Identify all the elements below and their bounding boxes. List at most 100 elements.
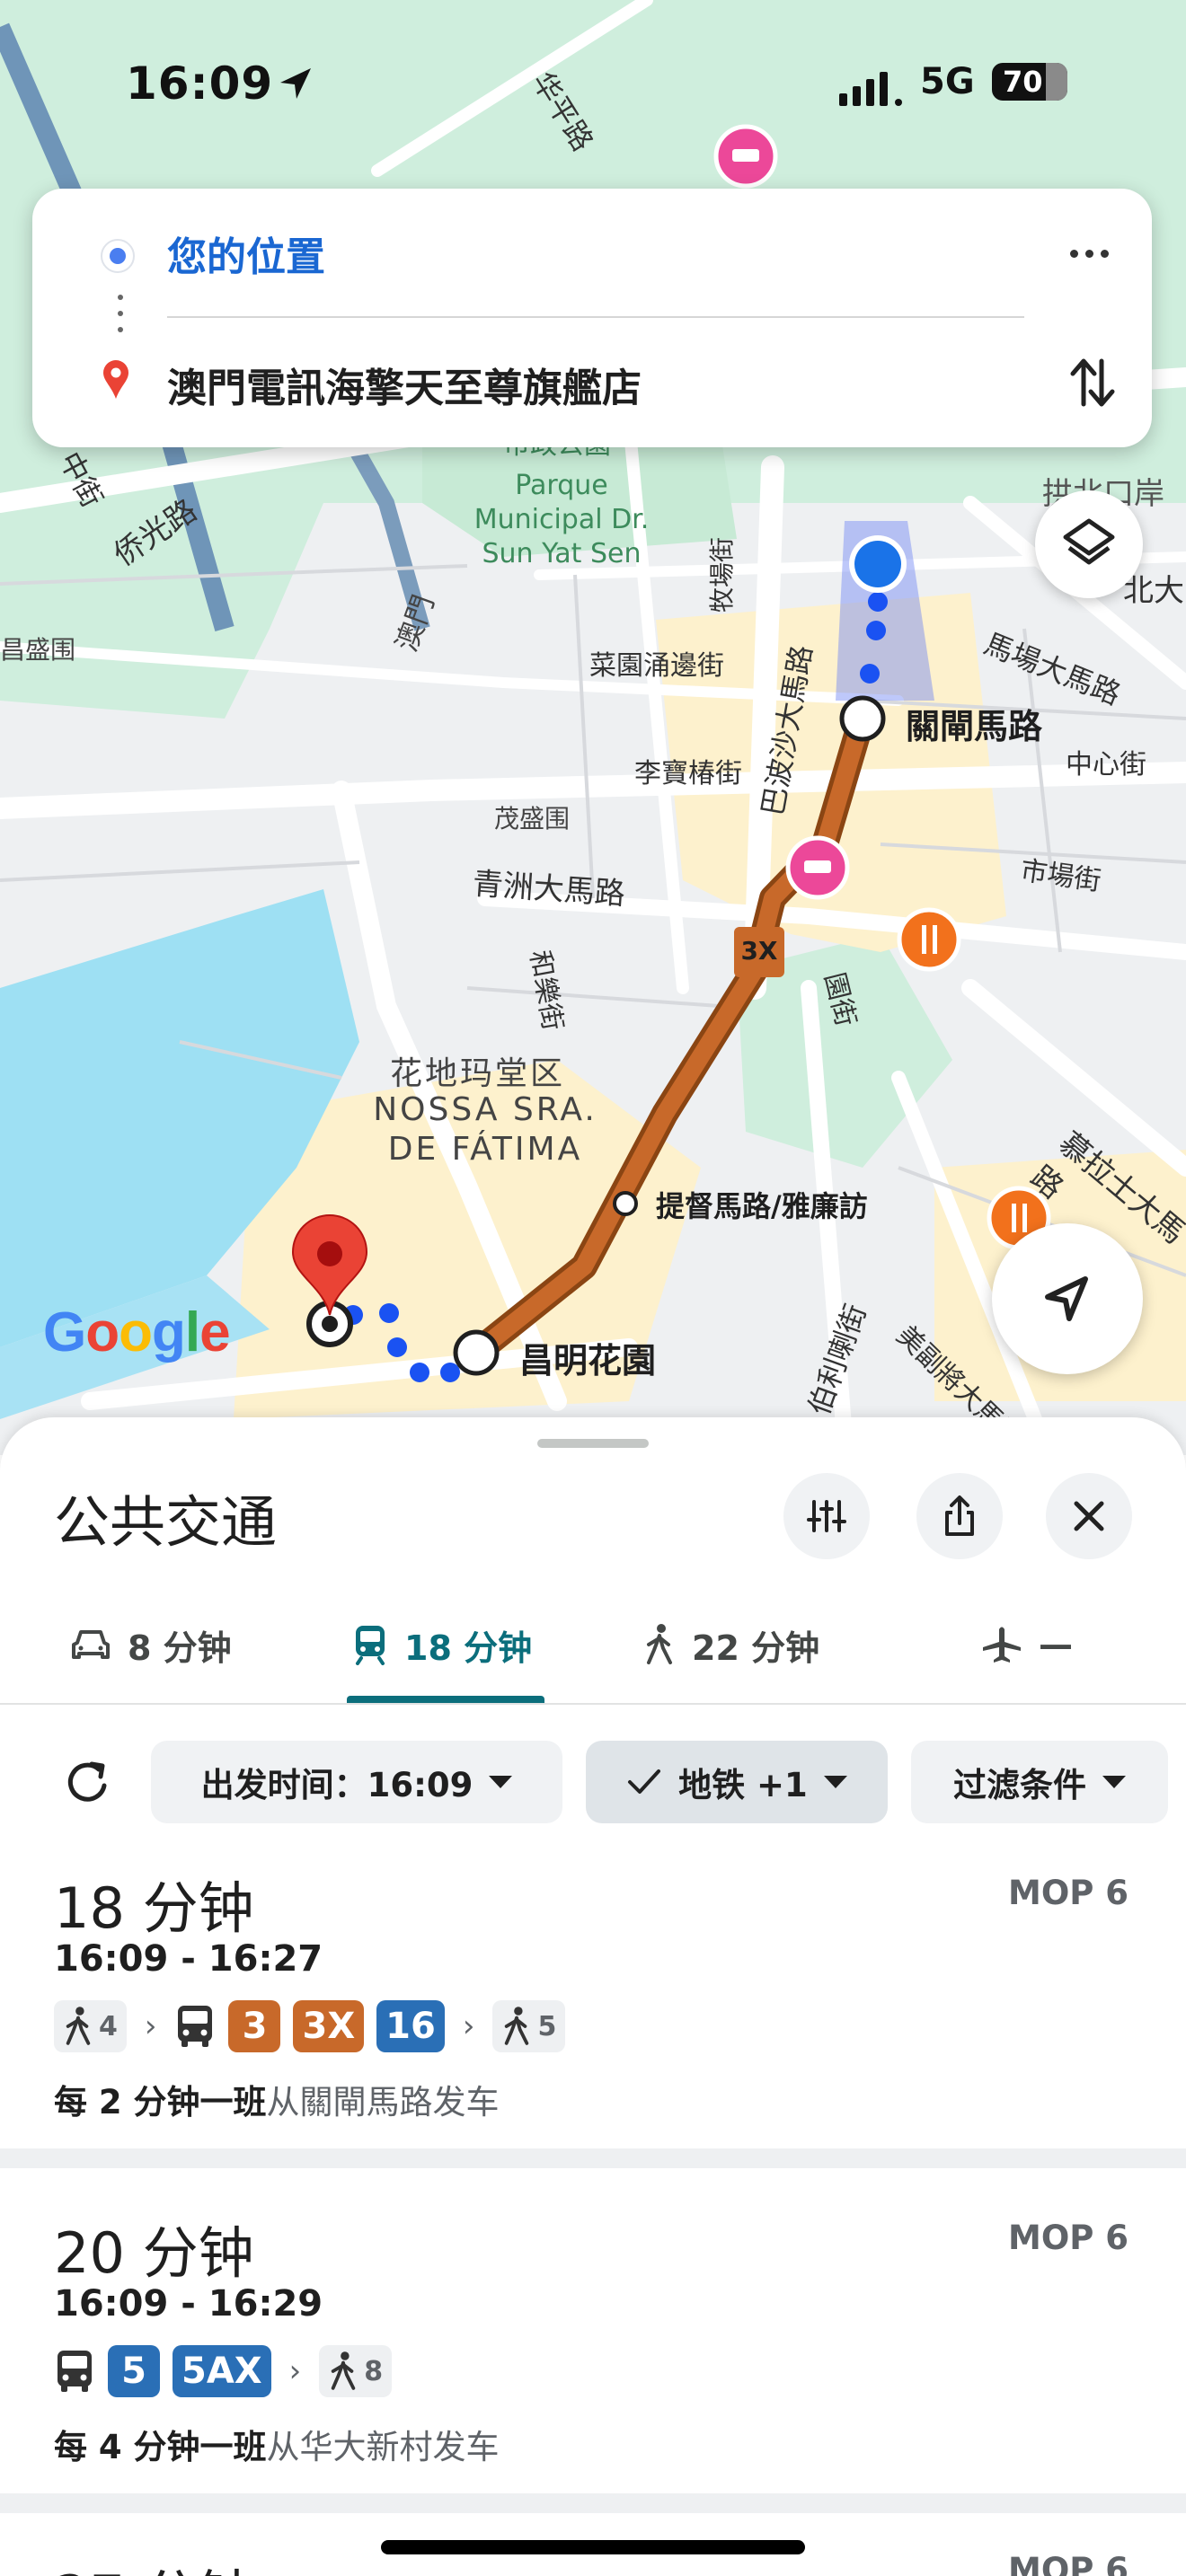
navigation-arrow-icon (1045, 1276, 1088, 1321)
map-label-muchang: 牧場街 (707, 536, 738, 613)
close-button[interactable] (1046, 1473, 1132, 1559)
chevron-right-icon: › (144, 2008, 157, 2044)
more-options-button[interactable] (1060, 228, 1118, 278)
transit-mode-label: 地铁 +1 (678, 1766, 808, 1804)
frequency-text: 每 2 分钟一班 (54, 2083, 267, 2122)
station-label-start[interactable]: 關閘馬路 (906, 699, 1042, 748)
depart-time-chip[interactable]: 出发时间：16:09 (151, 1741, 562, 1823)
refresh-button[interactable] (59, 1753, 117, 1811)
close-icon (1074, 1501, 1104, 1531)
walk-icon (505, 2007, 529, 2045)
location-arrow-icon (280, 68, 311, 99)
home-indicator[interactable] (381, 2540, 805, 2554)
route-separator (0, 2493, 1186, 2513)
check-icon (628, 1769, 661, 1794)
depart-time-label: 出发时间：16:09 (200, 1766, 474, 1804)
route-duration: 20 分钟 (54, 2220, 254, 2286)
walk-minutes: 4 (99, 2010, 118, 2042)
map-label-lixiubi: 李寶椿街 (634, 758, 742, 790)
filter-label: 过滤条件 (953, 1766, 1086, 1804)
battery-level: 70 (1003, 65, 1043, 99)
map-label-zhongxinjie: 中心街 (1066, 749, 1146, 781)
layers-button[interactable] (1035, 490, 1143, 598)
walk-minutes: 8 (364, 2355, 384, 2387)
route-steps: 4 › 3 3X 16 › 5 (54, 1999, 566, 2053)
active-tab-indicator (347, 1696, 544, 1703)
route-frequency: 每 4 分钟一班从华大新村发车 (54, 2420, 500, 2468)
sheet-title: 公共交通 (54, 1489, 278, 1555)
tab-walking[interactable]: 22 分钟 (643, 1613, 819, 1676)
transit-icon (356, 1626, 385, 1665)
map-label-park: Parque Municipal Dr. Sun Yat Sen (474, 470, 650, 569)
route-duration: 27 分钟 (54, 2551, 254, 2576)
walk-icon (66, 2007, 91, 2045)
chevron-down-icon (1102, 1776, 1126, 1788)
network-type: 5G (920, 61, 975, 102)
route-fare: MOP 6 (1008, 2219, 1129, 2257)
bus-icon (178, 2006, 213, 2047)
share-icon (945, 1495, 974, 1536)
car-icon (72, 1630, 110, 1659)
walk-step: 4 (54, 2000, 127, 2052)
bus-line-badge: 5 (108, 2345, 160, 2397)
map-label-district-cn: 花地玛堂区 (390, 1055, 566, 1092)
tab-flight-label: — (1039, 1625, 1073, 1664)
station-label-end[interactable]: 昌明花園 (519, 1333, 656, 1382)
destination-field[interactable]: 澳門電訊海擎天至尊旗艦店 (167, 356, 642, 413)
refresh-icon (67, 1761, 107, 1802)
chevron-right-icon: › (462, 2008, 475, 2044)
tab-flight[interactable]: — (981, 1613, 1073, 1676)
map-label-district-pt: NOSSA SRA. DE FÁTIMA (373, 1091, 597, 1168)
tab-walking-label: 22 分钟 (692, 1628, 820, 1668)
walk-icon (647, 1624, 672, 1664)
walk-step: 8 (319, 2345, 393, 2397)
tab-driving-label: 8 分钟 (128, 1628, 232, 1668)
route-time-range: 16:09 - 16:27 (54, 1938, 323, 1980)
destination-pin-icon (103, 360, 128, 399)
bus-line-badge: 16 (376, 2000, 445, 2052)
google-logo: Google (43, 1301, 231, 1363)
map-label-maosheng: 茂盛围 (494, 804, 571, 834)
share-button[interactable] (916, 1473, 1003, 1559)
station-label-mid[interactable]: 提督馬路/雅廉訪 (656, 1184, 868, 1225)
departure-stop-text: 从华大新村发车 (266, 2428, 500, 2466)
tabs-divider (0, 1703, 1186, 1705)
departure-stop-text: 从關閘馬路发车 (266, 2083, 500, 2122)
walk-minutes: 5 (537, 2010, 557, 2042)
walk-step: 5 (492, 2000, 566, 2052)
sheet-drag-handle[interactable] (537, 1439, 649, 1448)
tab-transit[interactable]: 18 分钟 (352, 1613, 532, 1676)
layers-icon (1063, 518, 1115, 565)
transit-mode-chip[interactable]: 地铁 +1 (586, 1741, 888, 1823)
bus-line-badge: 3X (293, 2000, 365, 2052)
map-label-caiyuan: 菜園涌邊街 (589, 650, 724, 682)
route-separator (0, 2148, 1186, 2168)
flight-icon (983, 1627, 1021, 1663)
chevron-right-icon: › (288, 2353, 302, 2389)
frequency-text: 每 4 分钟一班 (54, 2428, 267, 2466)
connector-dots-icon (118, 295, 123, 343)
status-time: 16:09 (126, 57, 274, 110)
route-option-1[interactable]: 18 分钟 MOP 6 16:09 - 16:27 4 › 3 3X 16 › … (0, 1850, 1186, 2147)
tab-transit-label: 18 分钟 (404, 1628, 533, 1668)
route-option-2[interactable]: 20 分钟 MOP 6 16:09 - 16:29 5 5AX › 8 每 4 … (0, 2195, 1186, 2492)
origin-field[interactable]: 您的位置 (167, 225, 325, 282)
battery-icon: 70 (992, 63, 1067, 101)
filter-chip[interactable]: 过滤条件 (911, 1741, 1168, 1823)
route-steps: 5 5AX › 8 (54, 2344, 393, 2398)
route-options-button[interactable] (783, 1473, 870, 1559)
tab-driving[interactable]: 8 分钟 (70, 1613, 232, 1676)
chevron-down-icon (823, 1776, 847, 1788)
recenter-button[interactable] (992, 1223, 1143, 1374)
map-label-changsheng: 昌盛围 (0, 635, 76, 665)
card-divider (167, 316, 1024, 318)
cellular-signal-icon (839, 66, 902, 106)
route-time-range: 16:09 - 16:29 (54, 2283, 323, 2325)
route-frequency: 每 2 分钟一班从關閘馬路发车 (54, 2075, 500, 2123)
route-fare: MOP 6 (1008, 1874, 1129, 1912)
bus-icon (58, 2351, 92, 2392)
bus-line-badge: 5AX (173, 2345, 271, 2397)
swap-vert-icon[interactable] (1067, 354, 1118, 411)
route-duration: 18 分钟 (54, 1875, 254, 1941)
tune-icon (807, 1500, 846, 1532)
